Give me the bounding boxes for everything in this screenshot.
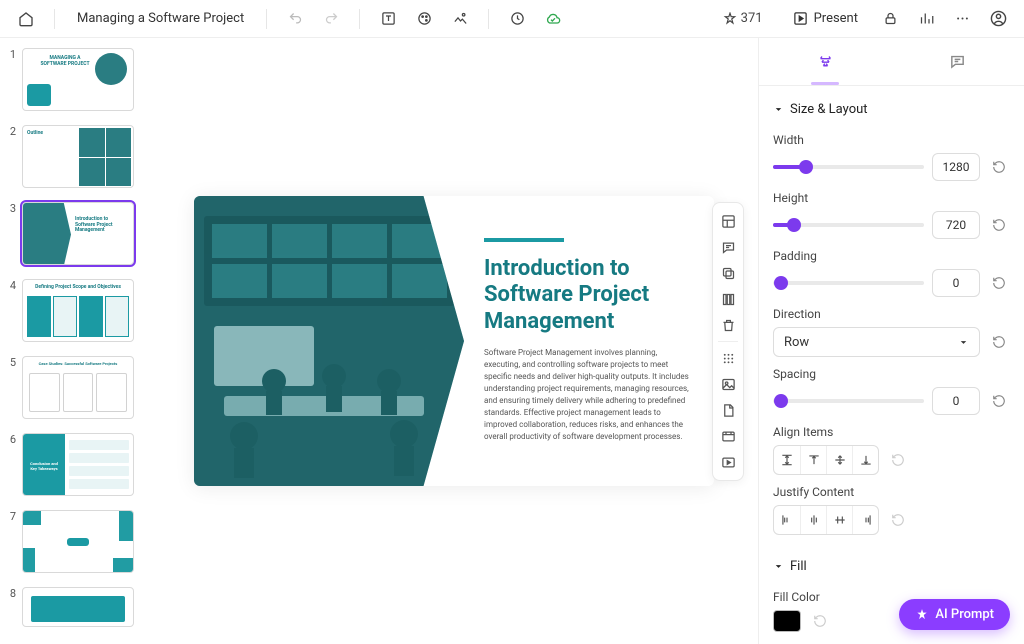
ai-prompt-button[interactable]: AI Prompt — [899, 599, 1010, 630]
reset-justify-icon — [887, 509, 909, 531]
input-spacing[interactable] — [932, 387, 980, 415]
reset-align-icon — [887, 449, 909, 471]
chevron-down-icon — [958, 337, 969, 348]
slide-thumb-2[interactable]: Outline — [22, 125, 134, 188]
label-align: Align Items — [773, 425, 1010, 439]
accent-bar — [484, 238, 564, 242]
layout-icon[interactable] — [715, 208, 741, 234]
justify-between-icon[interactable] — [826, 506, 852, 534]
fill-color-swatch[interactable] — [773, 610, 801, 632]
doc-title[interactable]: Managing a Software Project — [69, 7, 252, 30]
analytics-icon[interactable] — [912, 5, 940, 33]
reset-direction-icon[interactable] — [988, 331, 1010, 353]
home-icon[interactable] — [12, 5, 40, 33]
reset-height-icon[interactable] — [988, 214, 1010, 236]
slide-thumb-5[interactable]: Case Studies: Successful Software Projec… — [22, 356, 134, 419]
slide-thumb-8[interactable] — [22, 587, 134, 627]
credits-value: 371 — [741, 11, 763, 26]
label-padding: Padding — [773, 249, 1010, 263]
align-center-icon[interactable] — [826, 446, 852, 474]
justify-group — [773, 505, 879, 535]
picture-icon[interactable] — [715, 371, 741, 397]
document-icon[interactable] — [715, 397, 741, 423]
columns-icon[interactable] — [715, 286, 741, 312]
input-width[interactable] — [932, 153, 980, 181]
slide-thumb-6[interactable]: Conclusion and Key Takeaways — [22, 433, 134, 496]
slide-title[interactable]: Introduction to Software Project Managem… — [484, 256, 690, 335]
reset-spacing-icon[interactable] — [988, 390, 1010, 412]
undo-button[interactable] — [281, 5, 309, 33]
dropdown-direction[interactable]: Row — [773, 327, 980, 357]
lock-icon[interactable] — [876, 5, 904, 33]
justify-center-icon[interactable] — [800, 506, 826, 534]
slider-width[interactable] — [773, 159, 924, 175]
align-end-icon[interactable] — [852, 446, 878, 474]
input-padding[interactable] — [932, 269, 980, 297]
play-frame-icon[interactable] — [715, 449, 741, 475]
present-label: Present — [814, 11, 858, 26]
slide-thumb-7[interactable] — [22, 510, 134, 573]
reset-fill-icon — [809, 610, 831, 632]
slide-image — [194, 196, 464, 486]
canvas[interactable]: Introduction to Software Project Managem… — [150, 38, 758, 644]
label-direction: Direction — [773, 307, 1010, 321]
slide-thumbnails[interactable]: 1 MANAGING A SOFTWARE PROJECT 2 Outline … — [0, 38, 150, 644]
redo-button[interactable] — [317, 5, 345, 33]
reset-padding-icon[interactable] — [988, 272, 1010, 294]
account-icon[interactable] — [984, 5, 1012, 33]
slider-height[interactable] — [773, 217, 924, 233]
slide-thumb-4[interactable]: Defining Project Scope and Objectives — [22, 279, 134, 342]
section-size-layout[interactable]: Size & Layout — [773, 96, 1010, 123]
reset-width-icon[interactable] — [988, 156, 1010, 178]
slider-spacing[interactable] — [773, 393, 924, 409]
justify-start-icon[interactable] — [774, 506, 800, 534]
image-tool-icon[interactable] — [446, 5, 474, 33]
notes-icon[interactable] — [715, 234, 741, 260]
tab-design[interactable] — [759, 38, 892, 85]
cloud-sync-icon[interactable] — [539, 5, 567, 33]
history-icon[interactable] — [503, 5, 531, 33]
label-justify: Justify Content — [773, 485, 1010, 499]
section-fill[interactable]: Fill — [773, 553, 1010, 580]
slide-toolbar — [712, 202, 744, 481]
label-height: Height — [773, 191, 1010, 205]
thumb-number: 1 — [6, 48, 16, 61]
slide-body[interactable]: Software Project Management involves pla… — [484, 347, 690, 443]
input-height[interactable] — [932, 211, 980, 239]
theme-icon[interactable] — [410, 5, 438, 33]
active-slide[interactable]: Introduction to Software Project Managem… — [194, 196, 714, 486]
align-start-icon[interactable] — [800, 446, 826, 474]
slider-padding[interactable] — [773, 275, 924, 291]
more-icon[interactable] — [948, 5, 976, 33]
align-stretch-icon[interactable] — [774, 446, 800, 474]
present-button[interactable]: Present — [783, 7, 868, 30]
credits[interactable]: 371 — [723, 11, 763, 26]
grid-icon[interactable] — [715, 345, 741, 371]
slide-thumb-1[interactable]: MANAGING A SOFTWARE PROJECT — [22, 48, 134, 111]
video-icon[interactable] — [715, 423, 741, 449]
duplicate-icon[interactable] — [715, 260, 741, 286]
trash-icon[interactable] — [715, 312, 741, 338]
label-width: Width — [773, 133, 1010, 147]
label-spacing: Spacing — [773, 367, 1010, 381]
tab-comments[interactable] — [892, 38, 1024, 85]
align-group — [773, 445, 879, 475]
justify-end-icon[interactable] — [852, 506, 878, 534]
slide-thumb-3[interactable]: Introduction to Software Project Managem… — [22, 202, 134, 265]
text-tool-icon[interactable] — [374, 5, 402, 33]
